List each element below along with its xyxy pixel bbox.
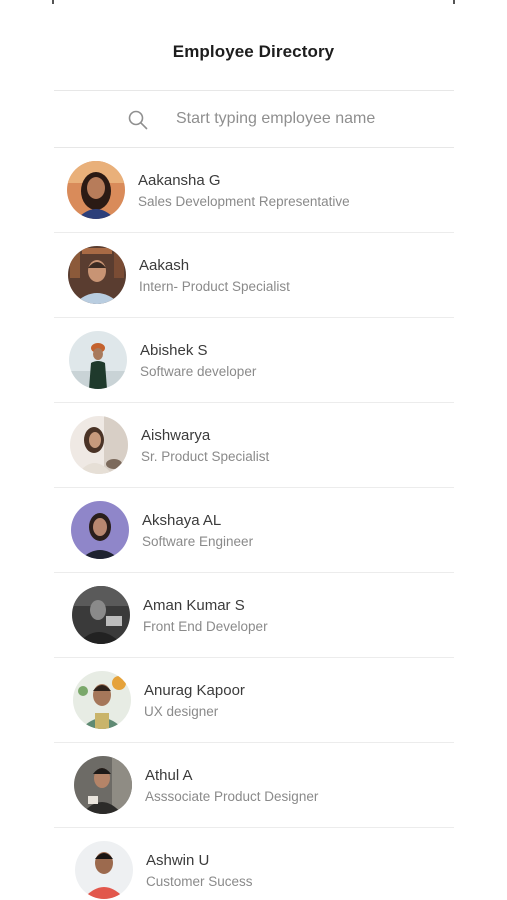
employee-list: Aakansha G Sales Development Representat… (54, 148, 454, 900)
employee-list-item[interactable]: Athul A Asssociate Product Designer (54, 743, 454, 828)
top-edge-mark (52, 0, 54, 4)
avatar (70, 416, 128, 474)
top-edge-mark (453, 0, 455, 4)
employee-list-item[interactable]: Akshaya AL Software Engineer (54, 488, 454, 573)
employee-role: Customer Sucess (146, 874, 253, 889)
employee-name: Akshaya AL (142, 512, 222, 529)
avatar (67, 161, 125, 219)
employee-role: Front End Developer (143, 619, 268, 634)
employee-list-item[interactable]: Aishwarya Sr. Product Specialist (54, 403, 454, 488)
employee-role: Software Engineer (142, 534, 254, 549)
employee-list-item[interactable]: Aakansha G Sales Development Representat… (54, 148, 454, 233)
employee-name: Ashwin U (146, 852, 210, 869)
employee-list-item[interactable]: Aman Kumar S Front End Developer (54, 573, 454, 658)
employee-name: Athul A (145, 767, 193, 784)
avatar (75, 841, 133, 899)
employee-name: Abishek S (140, 342, 208, 359)
employee-role: Intern- Product Specialist (139, 279, 290, 294)
employee-name: Aman Kumar S (143, 597, 245, 614)
employee-name: Aakansha G (138, 172, 221, 189)
avatar (73, 671, 131, 729)
employee-role: UX designer (144, 704, 219, 719)
employee-name: Anurag Kapoor (144, 682, 245, 699)
search-icon (128, 110, 148, 130)
employee-role: Asssociate Product Designer (145, 789, 319, 804)
employee-list-item[interactable]: Anurag Kapoor UX designer (54, 658, 454, 743)
employee-role: Sr. Product Specialist (141, 449, 270, 464)
employee-directory-screen: Employee Directory Aakansha G Sales Deve… (0, 0, 507, 900)
avatar (72, 586, 130, 644)
employee-name: Aakash (139, 257, 190, 274)
employee-list-item[interactable]: Ashwin U Customer Sucess (54, 828, 454, 900)
employee-list-item[interactable]: Aakash Intern- Product Specialist (54, 233, 454, 318)
employee-role: Software developer (140, 364, 257, 379)
employee-name: Aishwarya (141, 427, 211, 444)
avatar (69, 331, 127, 389)
avatar (74, 756, 132, 814)
avatar (68, 246, 126, 304)
avatar (71, 501, 129, 559)
search-bar[interactable] (54, 90, 454, 148)
employee-list-item[interactable]: Abishek S Software developer (54, 318, 454, 403)
search-input[interactable] (176, 105, 436, 133)
employee-role: Sales Development Representative (138, 194, 350, 209)
page-title: Employee Directory (172, 42, 335, 61)
